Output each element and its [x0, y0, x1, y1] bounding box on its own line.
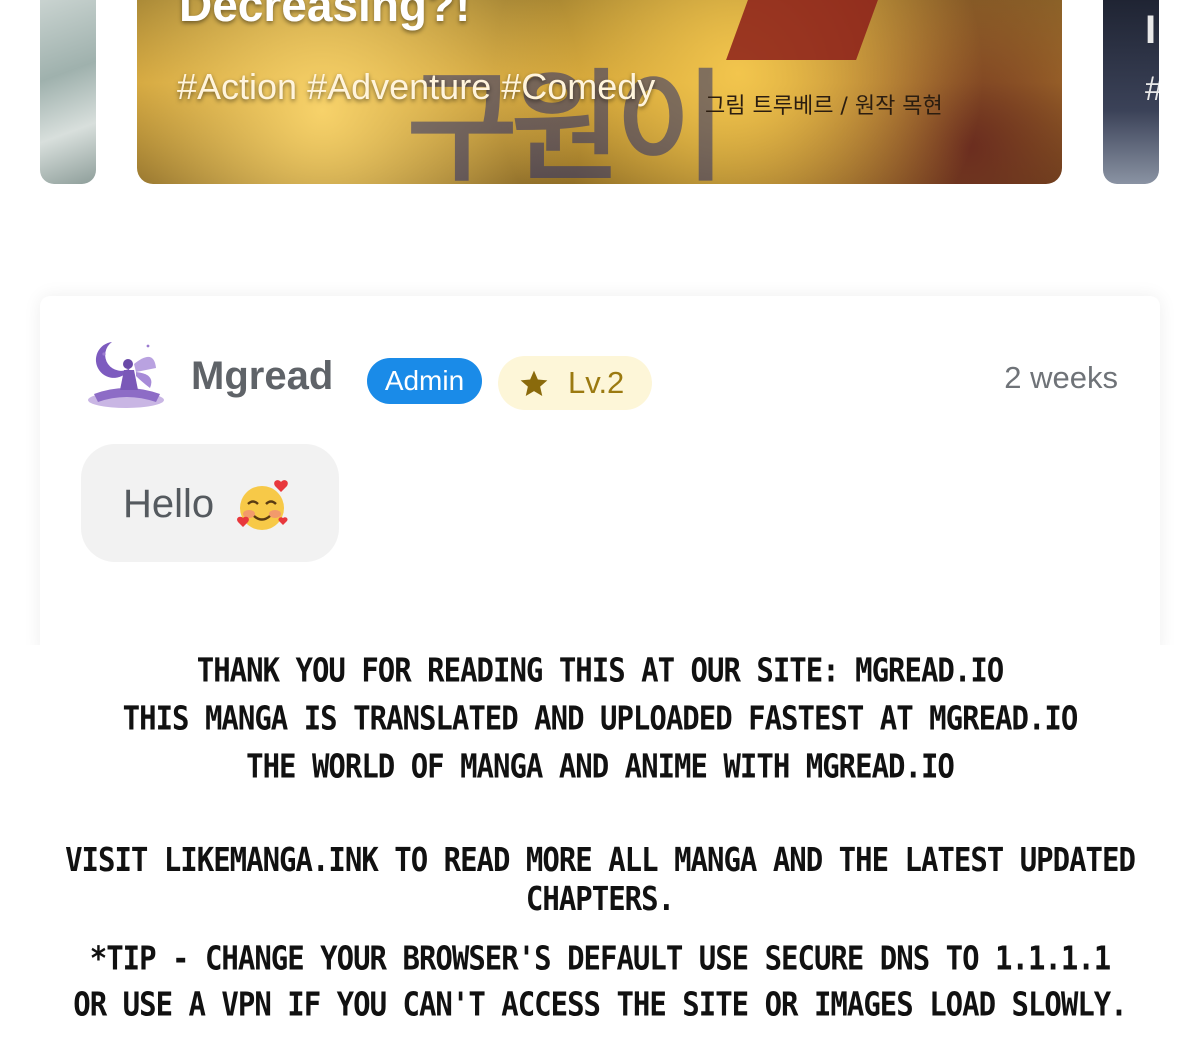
level-badge: Lv.2	[498, 356, 652, 410]
carousel-card-previous[interactable]	[40, 0, 96, 184]
genre-tags: #Action #Adventure #Comedy	[177, 66, 656, 107]
cover-art-accent	[726, 0, 878, 60]
site-notice: THANK YOU FOR READING THIS AT OUR SITE: …	[0, 645, 1200, 1044]
admin-badge: Admin	[367, 358, 482, 404]
notice-line: *TIP - CHANGE YOUR BROWSER'S DEFAULT USE…	[89, 938, 1112, 978]
notice-line: THIS MANGA IS TRANSLATED AND UPLOADED FA…	[122, 698, 1079, 738]
smiling-face-with-hearts-icon	[237, 480, 288, 530]
star-icon	[520, 370, 548, 396]
comment-timestamp: 2 weeks	[1004, 360, 1118, 395]
next-card-tags: #	[1145, 70, 1159, 109]
carousel-card-featured[interactable]: 구원이 그림 트루베르 / 원작 목현 Decreasing?! #Action…	[137, 0, 1062, 184]
level-label: Lv.2	[568, 365, 625, 400]
next-card-title: I	[1145, 8, 1157, 52]
notice-line: THANK YOU FOR READING THIS AT OUR SITE: …	[196, 650, 1005, 690]
featured-carousel: 구원이 그림 트루베르 / 원작 목현 Decreasing?! #Action…	[0, 0, 1200, 190]
cover-art-credit: 그림 트루베르 / 원작 목현	[705, 94, 943, 119]
carousel-card-next[interactable]: I #	[1103, 0, 1159, 184]
notice-line: VISIT LIKEMANGA.INK TO READ MORE ALL MAN…	[65, 839, 1136, 919]
manga-title[interactable]: Decreasing?!	[179, 0, 470, 32]
comment-card: Mgread Admin Lv.2 2 weeks Hello	[40, 296, 1160, 656]
comment-text: Hello	[123, 482, 215, 526]
fairy-avatar-icon[interactable]	[84, 334, 168, 410]
comment-bubble: Hello	[81, 444, 339, 562]
notice-line: OR USE A VPN IF YOU CAN'T ACCESS THE SIT…	[73, 984, 1127, 1024]
notice-line: THE WORLD OF MANGA AND ANIME WITH MGREAD…	[246, 746, 955, 786]
comment-username[interactable]: Mgread	[191, 354, 333, 399]
